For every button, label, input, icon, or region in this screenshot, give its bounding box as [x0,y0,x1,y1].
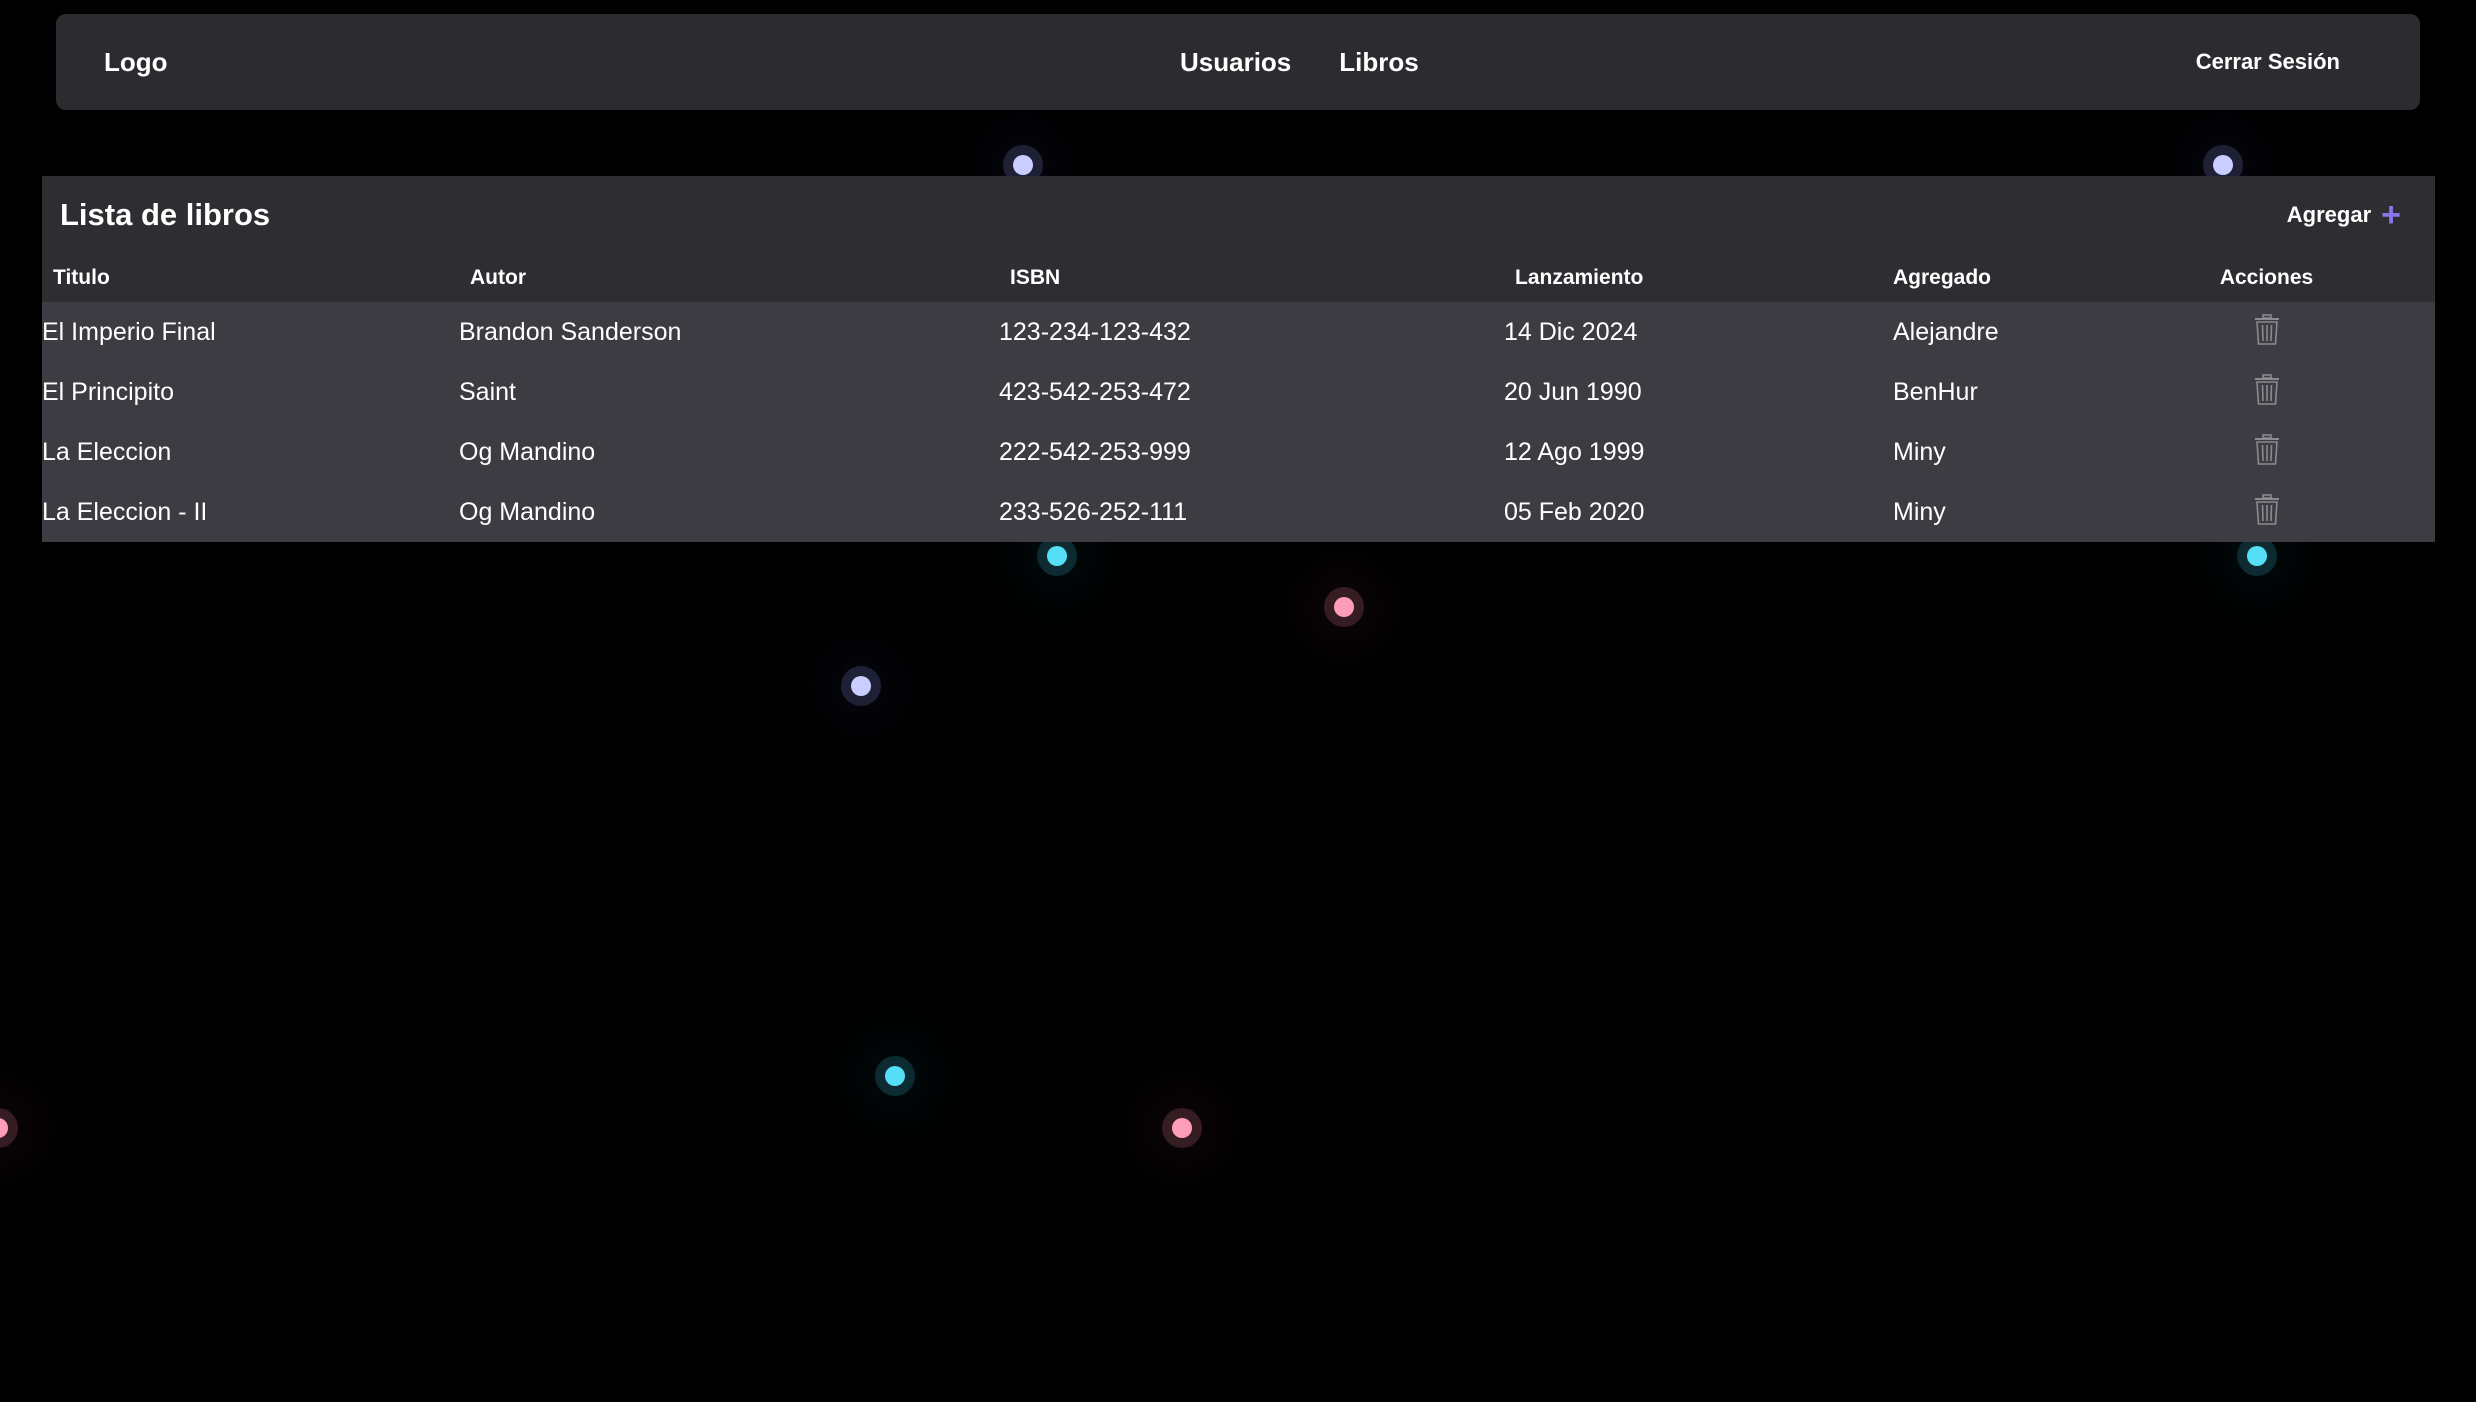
cell-isbn: 233-526-252-111 [999,497,1188,526]
glow-dot [2213,155,2233,175]
cell-autor: Saint [459,377,516,406]
books-card: Lista de libros Agregar + Titulo Autor I… [42,176,2435,542]
cell-titulo: La Eleccion [42,437,172,466]
column-header-acciones: Acciones [2219,266,2314,289]
page-title: Lista de libros [60,197,271,232]
cell-titulo: El Principito [42,377,174,406]
nav-link-libros[interactable]: Libros [1339,47,1418,78]
cell-agregado: Alejandre [1893,317,1999,346]
trash-icon[interactable] [2254,314,2280,346]
cell-autor: Og Mandino [459,437,596,466]
table-row: El Imperio Final Brandon Sanderson 123-2… [42,302,2435,362]
cell-lanzamiento: 20 Jun 1990 [1504,377,1642,406]
glow-dot [1013,155,1033,175]
glow-dot [1047,546,1067,566]
cell-isbn: 222-542-253-999 [999,437,1191,466]
cell-agregado: Miny [1893,437,1946,466]
trash-icon[interactable] [2254,434,2280,466]
glow-dot [2247,546,2267,566]
books-table: Titulo Autor ISBN Lanzamiento Agregado A… [42,254,2435,542]
column-header-titulo: Titulo [53,266,110,289]
page: Logo Usuarios Libros Cerrar Sesión Lista… [0,0,2476,1402]
glow-dot [0,1118,8,1138]
cell-acciones [2178,362,2435,422]
cell-lanzamiento: 12 Ago 1999 [1504,437,1645,466]
plus-icon: + [2381,196,2401,234]
add-book-button[interactable]: Agregar + [2287,198,2401,232]
table-row: La Eleccion - II Og Mandino 233-526-252-… [42,482,2435,542]
card-header: Lista de libros Agregar + [42,176,2435,254]
table-row: La Eleccion Og Mandino 222-542-253-999 1… [42,422,2435,482]
column-header-lanzamiento: Lanzamiento [1515,266,1644,289]
logo[interactable]: Logo [104,14,168,110]
nav-link-usuarios[interactable]: Usuarios [1180,47,1291,78]
glow-dot [1334,597,1354,617]
table-header-row: Titulo Autor ISBN Lanzamiento Agregado A… [42,254,2435,302]
column-header-isbn: ISBN [1010,266,1061,289]
cell-lanzamiento: 05 Feb 2020 [1504,497,1645,526]
trash-icon[interactable] [2254,494,2280,526]
cell-acciones [2178,422,2435,482]
add-button-label: Agregar [2286,202,2372,227]
cell-autor: Og Mandino [459,497,596,526]
cell-agregado: BenHur [1893,377,1978,406]
table-row: El Principito Saint 423-542-253-472 20 J… [42,362,2435,422]
navbar: Logo Usuarios Libros Cerrar Sesión [56,14,2420,110]
logout-button[interactable]: Cerrar Sesión [2196,14,2340,110]
cell-isbn: 123-234-123-432 [999,317,1191,346]
cell-isbn: 423-542-253-472 [999,377,1191,406]
glow-dot [851,676,871,696]
column-header-autor: Autor [470,266,526,289]
cell-acciones [2178,302,2435,362]
column-header-agregado: Agregado [1893,266,1992,289]
trash-icon[interactable] [2254,374,2280,406]
cell-titulo: El Imperio Final [42,317,216,346]
glow-dot [1172,1118,1192,1138]
cell-autor: Brandon Sanderson [459,317,682,346]
glow-dot [885,1066,905,1086]
cell-titulo: La Eleccion - II [42,497,208,526]
cell-lanzamiento: 14 Dic 2024 [1504,317,1638,346]
cell-agregado: Miny [1893,497,1946,526]
nav-links: Usuarios Libros [1180,14,1419,110]
cell-acciones [2178,482,2435,542]
